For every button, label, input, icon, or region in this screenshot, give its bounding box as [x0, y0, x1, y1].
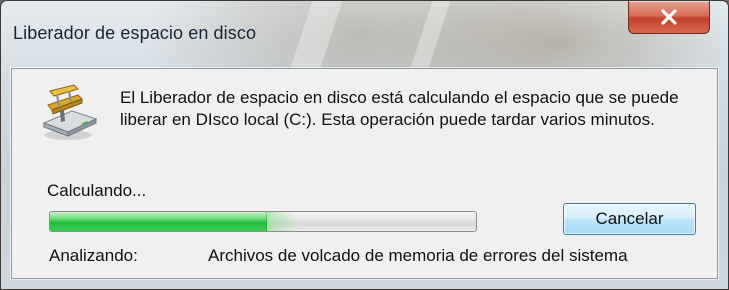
dialog-content: El Liberador de espacio en disco está ca…: [11, 68, 718, 279]
info-message: El Liberador de espacio en disco está ca…: [120, 88, 679, 129]
close-button[interactable]: [628, 1, 710, 34]
cancel-button[interactable]: Cancelar: [563, 203, 696, 235]
title-bar[interactable]: Liberador de espacio en disco: [1, 1, 728, 69]
analyzing-value: Archivos de volcado de memoria de errore…: [208, 246, 628, 265]
disk-cleanup-icon: [42, 84, 98, 140]
progress-bar: [49, 211, 477, 232]
dialog-window: Liberador de espacio en disco El Liberad…: [0, 0, 729, 290]
analyzing-label: Analizando:: [49, 246, 138, 265]
close-icon: [661, 9, 677, 25]
status-label: Calculando...: [47, 181, 147, 200]
window-title: Liberador de espacio en disco: [13, 23, 257, 43]
progress-fill: [50, 212, 298, 231]
